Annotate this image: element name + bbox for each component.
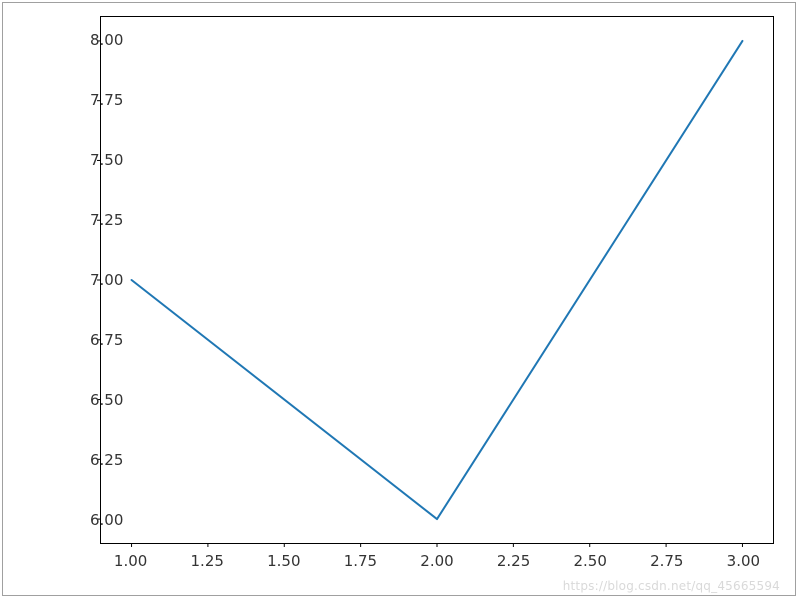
line-series [101, 17, 773, 543]
x-tick-label: 2.50 [573, 552, 606, 570]
x-tick-label: 2.75 [650, 552, 683, 570]
x-tick-label: 1.75 [344, 552, 377, 570]
x-tick-label: 1.25 [191, 552, 224, 570]
plot-area [100, 16, 774, 544]
x-tick-label: 3.00 [727, 552, 760, 570]
x-tick-label: 2.25 [497, 552, 530, 570]
x-tick-label: 1.00 [114, 552, 147, 570]
data-line [132, 41, 743, 519]
y-axis-tick-labels: 6.006.256.506.757.007.257.507.758.00 [0, 16, 90, 544]
x-axis-tick-labels: 1.00 1.25 1.50 1.75 2.00 2.25 2.50 2.75 3.00 [100, 552, 774, 576]
x-tick-label: 1.50 [267, 552, 300, 570]
x-tick-label: 2.00 [420, 552, 453, 570]
